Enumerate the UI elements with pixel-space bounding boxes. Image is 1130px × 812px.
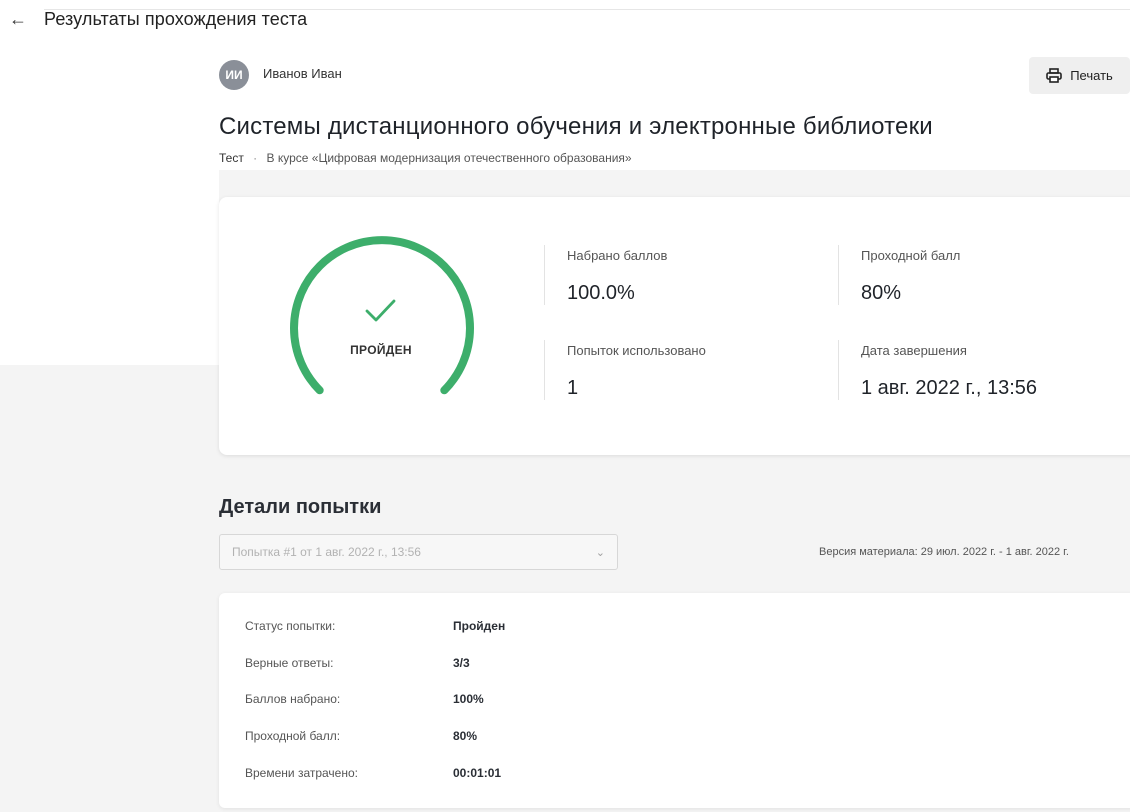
checkmark-icon — [365, 299, 396, 322]
stat-label: Попыток использовано — [567, 343, 706, 358]
details-value: 100% — [453, 692, 484, 706]
section-title: Детали попытки — [219, 496, 382, 518]
stat-value: 1 авг. 2022 г., 13:56 — [861, 377, 1038, 399]
stat-divider — [838, 245, 839, 305]
details-value: 3/3 — [453, 656, 470, 670]
page-title: Результаты прохождения теста — [44, 9, 308, 29]
stat-value: 100.0% — [567, 282, 635, 304]
stat-label: Дата завершения — [861, 343, 967, 358]
arrow-left-icon[interactable]: ← — [6, 6, 30, 32]
attempt-select[interactable]: Попытка #1 от 1 авг. 2022 г., 13:56 ⌄ — [219, 534, 618, 570]
details-value: Пройден — [453, 619, 506, 633]
details-key: Проходной балл: — [245, 729, 341, 743]
details-key: Баллов набрано: — [245, 692, 341, 706]
attempt-select-value: Попытка #1 от 1 авг. 2022 г., 13:56 — [232, 545, 421, 559]
stat-value: 1 — [567, 377, 579, 399]
material-version: Версия материала: 29 июл. 2022 г. - 1 ав… — [819, 546, 1069, 558]
details-value: 80% — [453, 729, 478, 743]
breadcrumb-separator: · — [253, 151, 258, 165]
stat-value: 80% — [861, 282, 902, 304]
details-key: Времени затрачено: — [245, 766, 358, 780]
print-button[interactable]: Печать — [1029, 57, 1130, 94]
avatar: ИИ — [219, 60, 249, 90]
user-name: Иванов Иван — [263, 66, 342, 81]
details-value: 00:01:01 — [453, 766, 502, 780]
stat-divider — [544, 245, 545, 305]
material-type: Тест — [219, 151, 244, 165]
course-title: Системы дистанционного обучения и электр… — [219, 113, 933, 140]
attempt-details-card: Статус попытки: Пройден Верные ответы: 3… — [219, 593, 1130, 808]
course-reference[interactable]: В курсе «Цифровая модернизация отечестве… — [267, 151, 632, 165]
stat-divider — [544, 340, 545, 400]
stat-label: Проходной балл — [861, 248, 961, 263]
chevron-down-icon: ⌄ — [595, 546, 605, 559]
result-card: ПРОЙДЕН Набрано баллов 100.0% Проходной … — [219, 197, 1130, 455]
details-key: Верные ответы: — [245, 656, 334, 670]
stat-divider — [838, 340, 839, 400]
breadcrumb: Тест · В курсе «Цифровая модернизация от… — [219, 151, 632, 165]
result-status: ПРОЙДЕН — [350, 343, 412, 357]
stat-label: Набрано баллов — [567, 248, 668, 263]
print-button-label: Печать — [1070, 68, 1113, 83]
details-key: Статус попытки: — [245, 619, 336, 633]
printer-icon — [1046, 68, 1063, 83]
